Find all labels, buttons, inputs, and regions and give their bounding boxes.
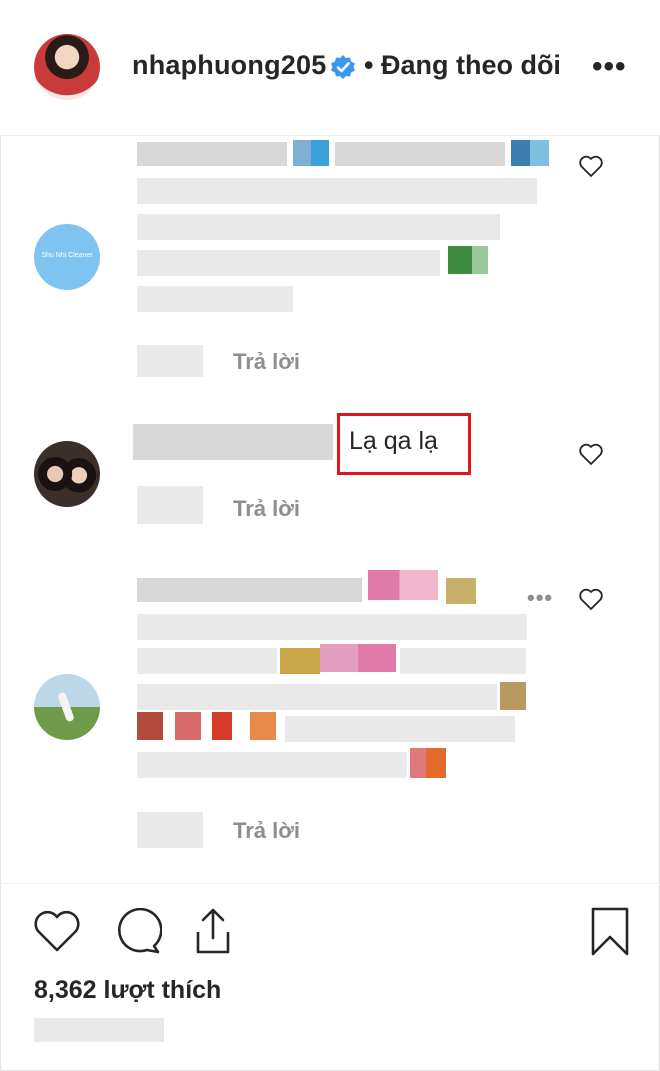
comment-like-heart-icon[interactable] <box>578 587 604 611</box>
reply-button[interactable]: Trả lời <box>233 349 300 375</box>
share-icon[interactable] <box>190 906 236 956</box>
blurred-timestamp <box>34 1018 164 1042</box>
comment-icon[interactable] <box>110 908 162 956</box>
reply-button[interactable]: Trả lời <box>233 818 300 844</box>
comment-like-heart-icon[interactable] <box>578 442 604 466</box>
poster-username[interactable]: nhaphuong205 <box>132 50 326 81</box>
poster-avatar[interactable] <box>34 34 100 100</box>
more-options-icon[interactable]: ••• <box>592 50 627 84</box>
verified-badge-icon <box>331 55 355 79</box>
comment-more-options-icon[interactable]: ••• <box>527 585 553 611</box>
avatar-caption: Shu Nhi Cleaner <box>41 252 93 259</box>
commenter-avatar[interactable]: Shu Nhi Cleaner <box>34 224 100 290</box>
likes-count[interactable]: 8,362 lượt thích <box>34 976 221 1005</box>
heart-icon[interactable] <box>32 908 82 954</box>
bookmark-icon[interactable] <box>588 906 632 958</box>
commenter-avatar[interactable] <box>34 441 100 507</box>
follow-status[interactable]: • Đang theo dõi <box>364 50 561 81</box>
comment-like-heart-icon[interactable] <box>578 154 604 178</box>
commenter-avatar[interactable] <box>34 674 100 740</box>
comment-text: Lạ qa lạ <box>349 427 438 455</box>
reply-button[interactable]: Trả lời <box>233 496 300 522</box>
post-header: nhaphuong205 • Đang theo dõi ••• <box>0 0 660 136</box>
